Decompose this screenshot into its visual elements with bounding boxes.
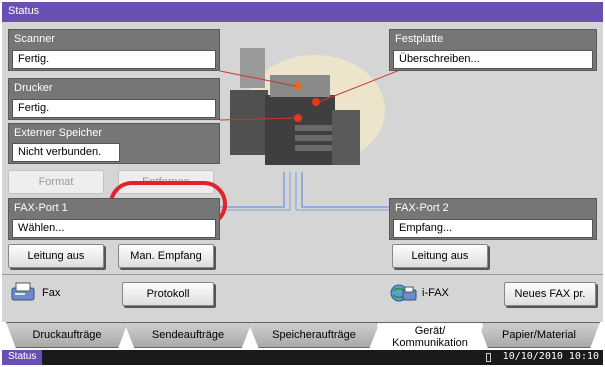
- fax-label: Fax: [42, 287, 61, 299]
- ifax-icon: [390, 284, 417, 302]
- status-screen: Scanner Fertig. Drucker Fertig. Externer…: [2, 22, 603, 322]
- printer-status: Fertig.: [12, 99, 216, 118]
- status-bar-label: Status: [2, 350, 43, 365]
- hdd-status: Überschreiben...: [393, 50, 593, 69]
- printer-indicator: [294, 114, 302, 122]
- line-off-port-2-button[interactable]: Leitung aus: [392, 244, 488, 268]
- scanner-status: Fertig.: [12, 50, 216, 69]
- scanner-panel: Scanner Fertig.: [8, 29, 220, 71]
- device-drawer-1: [295, 125, 333, 131]
- fax-port-2-panel: FAX-Port 2 Empfang...: [389, 198, 597, 240]
- log-button[interactable]: Protokoll: [122, 282, 214, 306]
- fax-port-1-line-b: [220, 172, 291, 211]
- tab-store-jobs[interactable]: Speicheraufträge: [248, 322, 380, 348]
- fax-port-1-line: [220, 172, 285, 208]
- fax-port-2-status: Empfang...: [393, 219, 593, 238]
- side-feeder: [332, 110, 360, 165]
- fax-port-2-line-b: [295, 172, 390, 211]
- date-time: 10/10/2010 10:10: [502, 351, 599, 362]
- tab-device-communication[interactable]: Gerät/ Kommunikation: [376, 322, 484, 350]
- mfp-device-illustration: [220, 48, 400, 165]
- title-bar: Status: [2, 2, 603, 22]
- device-drawer-2: [295, 135, 333, 141]
- ifax-label: i-FAX: [422, 287, 449, 299]
- hdd-panel: Festplatte Überschreiben...: [389, 29, 597, 71]
- title-text: Status: [8, 5, 40, 17]
- fax-port-1-label: FAX-Port 1: [14, 202, 68, 214]
- external-storage-panel: Externer Speicher Nicht verbunden.: [8, 123, 220, 164]
- fax-port-2-label: FAX-Port 2: [395, 202, 449, 214]
- tab-send-jobs[interactable]: Sendeaufträge: [124, 322, 252, 348]
- scanner-indicator: [294, 82, 302, 90]
- memory-indicator-icon: [486, 353, 491, 362]
- separator-line: [2, 274, 603, 275]
- format-button[interactable]: Format: [8, 170, 104, 194]
- finisher-shape: [230, 90, 268, 155]
- manual-receive-button[interactable]: Man. Empfang: [118, 244, 214, 268]
- fax-icon: [11, 282, 35, 301]
- tab-print-jobs[interactable]: Druckaufträge: [6, 322, 128, 348]
- line-off-port-1-button[interactable]: Leitung aus: [8, 244, 104, 268]
- status-bar: Status 10/10/2010 10:10: [2, 350, 603, 365]
- device-drawer-3: [295, 145, 333, 151]
- fax-port-1-status: Wählen...: [12, 219, 216, 238]
- external-storage-status: Nicht verbunden.: [12, 143, 120, 162]
- tab-paper-supplies[interactable]: Papier/Material: [478, 322, 600, 348]
- new-ifax-button[interactable]: Neues FAX pr.: [504, 282, 596, 306]
- document-feeder: [240, 48, 265, 88]
- hdd-indicator: [312, 98, 320, 106]
- scanner-label: Scanner: [14, 33, 55, 45]
- fax-port-1-panel: FAX-Port 1 Wählen...: [8, 198, 220, 240]
- external-storage-label: Externer Speicher: [14, 127, 103, 139]
- tab-bar: Druckaufträge Sendeaufträge Speicherauft…: [2, 322, 603, 350]
- fax-port-2-line: [301, 172, 390, 208]
- hdd-label: Festplatte: [395, 33, 444, 45]
- printer-panel: Drucker Fertig.: [8, 78, 220, 120]
- printer-label: Drucker: [14, 82, 53, 94]
